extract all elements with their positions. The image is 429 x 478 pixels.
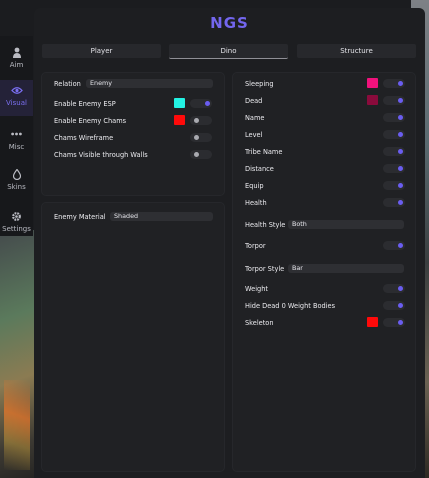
sidebar-item-visual[interactable]: Visual: [0, 80, 33, 116]
toggle-knob: [398, 98, 403, 103]
person-icon: [12, 46, 22, 58]
material-panel: Enemy Material Shaded: [41, 202, 225, 472]
toggle-knob: [194, 135, 199, 140]
skeleton-toggle[interactable]: [383, 318, 405, 327]
level-label: Level: [245, 131, 263, 139]
main-window: NGS Player Dino Structure Relation Enemy…: [34, 8, 425, 478]
chams-color-swatch[interactable]: [174, 115, 185, 125]
hide-dead-toggle[interactable]: [383, 301, 405, 310]
chams-wireframe-label: Chams Wireframe: [54, 134, 114, 142]
esp-color-swatch[interactable]: [174, 98, 185, 108]
name-toggle[interactable]: [383, 113, 405, 122]
sleeping-color-swatch[interactable]: [367, 78, 378, 88]
sidebar-item-skins[interactable]: Skins: [0, 164, 33, 200]
torpor-toggle[interactable]: [383, 241, 405, 250]
equip-label: Equip: [245, 182, 264, 190]
gear-icon: [11, 210, 22, 222]
toggle-knob: [205, 101, 210, 106]
torpor-label: Torpor: [245, 242, 266, 250]
toggle-knob: [398, 183, 403, 188]
name-label: Name: [245, 114, 265, 122]
tab-structure[interactable]: Structure: [297, 44, 416, 58]
enable-chams-label: Enable Enemy Chams: [54, 117, 127, 125]
toggle-knob: [398, 303, 403, 308]
sidebar-item-misc[interactable]: Misc: [0, 124, 33, 160]
sidebar-item-label: Skins: [7, 183, 26, 191]
enemy-material-label: Enemy Material: [54, 213, 106, 221]
toggle-knob: [194, 152, 199, 157]
sleeping-toggle[interactable]: [383, 79, 405, 88]
tribe-name-label: Tribe Name: [245, 148, 283, 156]
chams-wireframe-toggle[interactable]: [190, 133, 212, 142]
toggle-knob: [398, 320, 403, 325]
game-background-left: [0, 230, 34, 478]
enable-esp-label: Enable Enemy ESP: [54, 100, 116, 108]
relation-label: Relation: [54, 80, 81, 88]
distance-label: Distance: [245, 165, 274, 173]
health-style-label: Health Style: [245, 221, 286, 229]
sidebar: Aim Visual Misc Skins Settings: [0, 36, 33, 236]
tab-dino[interactable]: Dino: [169, 44, 288, 59]
toggle-knob: [398, 243, 403, 248]
relation-dropdown[interactable]: Enemy: [86, 79, 213, 88]
toggle-knob: [194, 118, 199, 123]
toggle-knob: [398, 81, 403, 86]
enable-chams-toggle[interactable]: [190, 116, 212, 125]
sleeping-label: Sleeping: [245, 80, 274, 88]
sidebar-item-label: Visual: [6, 99, 27, 107]
app-logo: NGS: [210, 14, 249, 32]
distance-toggle[interactable]: [383, 164, 405, 173]
equip-toggle[interactable]: [383, 181, 405, 190]
dead-toggle[interactable]: [383, 96, 405, 105]
sidebar-item-settings[interactable]: Settings: [0, 206, 33, 242]
eye-icon: [10, 84, 23, 96]
toggle-knob: [398, 200, 403, 205]
dead-color-swatch[interactable]: [367, 95, 378, 105]
torpor-style-label: Torpor Style: [245, 265, 285, 273]
enemy-esp-panel: Relation Enemy Enable Enemy ESP Enable E…: [41, 72, 225, 196]
toggle-knob: [398, 286, 403, 291]
toggle-knob: [398, 149, 403, 154]
sidebar-item-label: Misc: [8, 143, 25, 151]
skeleton-color-swatch[interactable]: [367, 317, 378, 327]
toggle-knob: [398, 115, 403, 120]
enable-esp-toggle[interactable]: [190, 99, 212, 108]
health-toggle[interactable]: [383, 198, 405, 207]
dead-label: Dead: [245, 97, 263, 105]
sidebar-item-label: Aim: [9, 61, 24, 69]
tab-player[interactable]: Player: [42, 44, 161, 58]
torpor-style-dropdown[interactable]: Bar: [288, 264, 404, 273]
toggle-knob: [398, 132, 403, 137]
chams-visible-label: Chams Visible through Walls: [54, 151, 148, 159]
hide-dead-label: Hide Dead 0 Weight Bodies: [245, 302, 336, 310]
skeleton-label: Skeleton: [245, 319, 274, 327]
health-label: Health: [245, 199, 267, 207]
enemy-material-dropdown[interactable]: Shaded: [110, 212, 213, 221]
health-style-dropdown[interactable]: Both: [288, 220, 404, 229]
drop-icon: [12, 168, 21, 180]
sidebar-item-label: Settings: [2, 225, 31, 233]
sidebar-item-aim[interactable]: Aim: [0, 42, 33, 78]
weight-toggle[interactable]: [383, 284, 405, 293]
weight-label: Weight: [245, 285, 268, 293]
dino-esp-panel: Sleeping Dead Name Level Tribe Name Dist…: [232, 72, 416, 472]
dots-icon: [11, 128, 22, 140]
toggle-knob: [398, 166, 403, 171]
tribe-name-toggle[interactable]: [383, 147, 405, 156]
level-toggle[interactable]: [383, 130, 405, 139]
chams-visible-toggle[interactable]: [190, 150, 212, 159]
